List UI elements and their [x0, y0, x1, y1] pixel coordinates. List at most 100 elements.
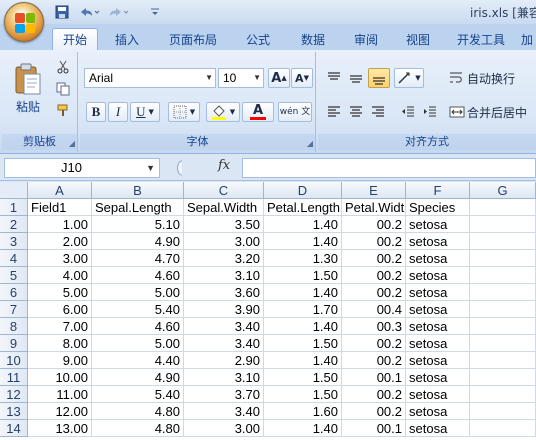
cell[interactable]: 1.40	[264, 318, 342, 335]
cell[interactable]: Sepal.Width	[184, 199, 264, 216]
cell[interactable]: 4.60	[92, 267, 184, 284]
cell[interactable]	[470, 199, 536, 216]
row-header[interactable]: 3	[0, 233, 28, 250]
insert-function-button[interactable]: fx	[218, 158, 230, 173]
cell[interactable]: 00.4	[342, 301, 406, 318]
clipboard-launcher-icon[interactable]: ◢	[69, 139, 75, 148]
cell[interactable]: 1.50	[264, 369, 342, 386]
cell[interactable]: setosa	[406, 403, 470, 420]
cell[interactable]: 00.2	[342, 284, 406, 301]
column-header-d[interactable]: D	[264, 182, 342, 199]
cell[interactable]	[470, 233, 536, 250]
cell[interactable]	[470, 318, 536, 335]
cell[interactable]: 1.30	[264, 250, 342, 267]
align-top-button[interactable]	[324, 68, 344, 88]
cell[interactable]: 1.50	[264, 267, 342, 284]
cell[interactable]: 00.1	[342, 369, 406, 386]
cell[interactable]: 00.2	[342, 233, 406, 250]
column-header-g[interactable]: G	[470, 182, 536, 199]
decrease-indent-button[interactable]	[398, 102, 418, 122]
cell[interactable]: 00.2	[342, 386, 406, 403]
tab-data[interactable]: 数据	[290, 28, 336, 50]
cell[interactable]: Petal.Widt	[342, 199, 406, 216]
cell[interactable]: 1.40	[264, 233, 342, 250]
cell[interactable]: 9.00	[28, 352, 92, 369]
cell[interactable]: 00.2	[342, 335, 406, 352]
paste-button[interactable]: 粘贴	[6, 56, 50, 120]
cell[interactable]: 4.40	[92, 352, 184, 369]
cell[interactable]: 3.20	[184, 250, 264, 267]
save-icon[interactable]	[54, 3, 70, 21]
cell[interactable]: 00.3	[342, 318, 406, 335]
tab-page-layout[interactable]: 页面布局	[160, 28, 226, 50]
cell[interactable]	[470, 403, 536, 420]
tab-home[interactable]: 开始	[52, 28, 98, 50]
cell[interactable]	[470, 250, 536, 267]
column-header-b[interactable]: B	[92, 182, 184, 199]
row-header[interactable]: 5	[0, 267, 28, 284]
cell[interactable]: setosa	[406, 250, 470, 267]
cell[interactable]	[470, 386, 536, 403]
cell[interactable]: 5.00	[92, 284, 184, 301]
cell[interactable]: 00.2	[342, 267, 406, 284]
column-header-c[interactable]: C	[184, 182, 264, 199]
shrink-font-button[interactable]: A ▼	[291, 68, 313, 88]
cell[interactable]: 3.00	[184, 420, 264, 437]
cell[interactable]	[470, 301, 536, 318]
align-left-button[interactable]	[324, 102, 344, 122]
cell[interactable]: 8.00	[28, 335, 92, 352]
cell[interactable]: 3.40	[184, 403, 264, 420]
cell[interactable]: setosa	[406, 216, 470, 233]
cell[interactable]: 6.00	[28, 301, 92, 318]
cell[interactable]: 3.10	[184, 267, 264, 284]
cell[interactable]: 00.2	[342, 250, 406, 267]
row-header[interactable]: 8	[0, 318, 28, 335]
cell[interactable]: setosa	[406, 233, 470, 250]
wrap-text-button[interactable]: 自动换行	[446, 68, 534, 88]
cell[interactable]: 00.1	[342, 420, 406, 437]
cell[interactable]: Petal.Length	[264, 199, 342, 216]
row-header[interactable]: 10	[0, 352, 28, 369]
cell[interactable]: 4.90	[92, 369, 184, 386]
cell[interactable]: 3.40	[184, 318, 264, 335]
format-painter-button[interactable]	[54, 102, 72, 120]
tab-addins[interactable]: 加	[518, 28, 536, 50]
cell[interactable]	[470, 352, 536, 369]
column-header-e[interactable]: E	[342, 182, 406, 199]
row-header[interactable]: 14	[0, 420, 28, 437]
cell[interactable]: 1.40	[264, 352, 342, 369]
underline-button[interactable]: U ▼	[130, 102, 160, 122]
row-header[interactable]: 12	[0, 386, 28, 403]
font-name-combo[interactable]: Arial ▼	[84, 68, 216, 88]
cell[interactable]	[470, 420, 536, 437]
formula-input[interactable]	[242, 158, 536, 178]
cell[interactable]: 3.50	[184, 216, 264, 233]
cell[interactable]: 5.10	[92, 216, 184, 233]
font-launcher-icon[interactable]: ◢	[307, 139, 313, 148]
increase-indent-button[interactable]	[420, 102, 440, 122]
align-center-button[interactable]	[346, 102, 366, 122]
column-header-a[interactable]: A	[28, 182, 92, 199]
tab-view[interactable]: 视图	[396, 28, 440, 50]
cell[interactable]: setosa	[406, 352, 470, 369]
cell[interactable]: 4.60	[92, 318, 184, 335]
font-size-combo[interactable]: 10 ▼	[218, 68, 264, 88]
align-right-button[interactable]	[368, 102, 388, 122]
customize-icon[interactable]	[148, 3, 162, 21]
cell[interactable]: setosa	[406, 335, 470, 352]
phonetic-guide-button[interactable]: wén 文	[278, 102, 312, 122]
align-middle-button[interactable]	[346, 68, 366, 88]
cell[interactable]: 2.00	[28, 233, 92, 250]
cell[interactable]	[470, 284, 536, 301]
row-header[interactable]: 1	[0, 199, 28, 216]
cell[interactable]: 4.00	[28, 267, 92, 284]
align-bottom-button[interactable]	[368, 68, 390, 88]
tab-review[interactable]: 审阅	[344, 28, 388, 50]
redo-icon[interactable]	[106, 3, 132, 21]
cell[interactable]: 3.90	[184, 301, 264, 318]
cell[interactable]: setosa	[406, 386, 470, 403]
tab-formulas[interactable]: 公式	[236, 28, 280, 50]
tab-developer[interactable]: 开发工具	[448, 28, 514, 50]
cell[interactable]: 3.60	[184, 284, 264, 301]
cell[interactable]: 1.50	[264, 386, 342, 403]
